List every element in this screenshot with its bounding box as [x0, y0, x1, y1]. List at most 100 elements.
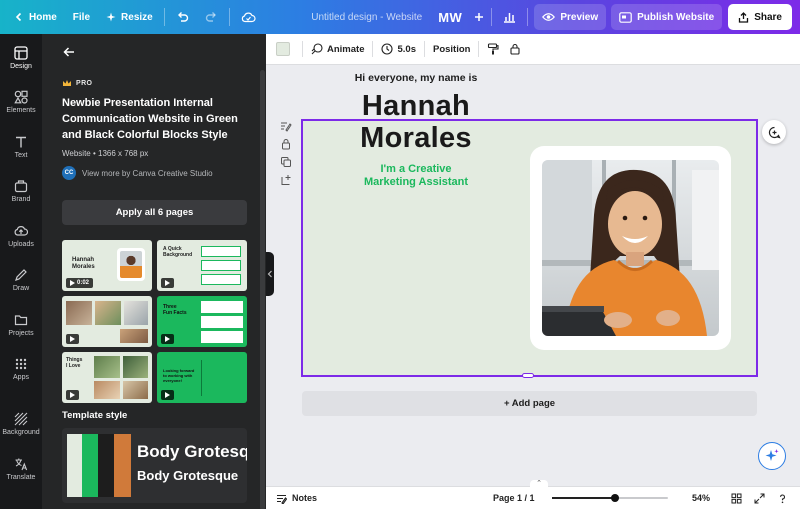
rail-label-translate: Translate [6, 474, 36, 481]
pro-badge: PRO [62, 79, 92, 87]
notes-button[interactable]: Notes [276, 493, 317, 504]
file-label: File [72, 11, 91, 23]
template-style-card[interactable]: Body Grotesque Body Grotesque [62, 428, 247, 503]
name-line-2[interactable]: Morales [302, 122, 530, 154]
page-thumbnail[interactable]: Things I Love [62, 352, 152, 403]
background-icon [14, 412, 28, 426]
page-indicator[interactable]: Page 1 / 1 [493, 493, 535, 503]
style-font-body: Body Grotesque [137, 468, 239, 483]
thumb-text: Fun Facts [163, 310, 187, 316]
page-thumbnail[interactable]: Three Fun Facts [157, 296, 247, 347]
thumb-card [201, 316, 243, 328]
zoom-slider[interactable] [552, 494, 668, 502]
home-label: Home [29, 11, 57, 23]
add-collaborator-button[interactable] [470, 4, 488, 30]
paint-roller-button[interactable] [479, 34, 507, 65]
thumb-text: I Love [66, 363, 81, 369]
apply-all-pages-button[interactable]: Apply all 6 pages [62, 200, 247, 225]
rail-item-apps[interactable]: Apps [0, 357, 42, 381]
publish-label: Publish Website [637, 11, 715, 23]
page-thumbnail[interactable]: A Quick Background [157, 240, 247, 291]
document-title[interactable]: Untitled design - Website [303, 4, 430, 30]
animate-label: Animate [327, 43, 365, 55]
rail-item-draw[interactable]: Draw [0, 268, 42, 292]
sparkle-icon [106, 12, 116, 22]
notes-edit-icon[interactable] [280, 120, 292, 132]
rail-item-projects[interactable]: Projects [0, 313, 42, 337]
duplicate-icon[interactable] [280, 156, 292, 168]
left-rail: Design Elements Text Brand Uploads Draw … [0, 34, 42, 509]
rail-item-design[interactable]: Design [0, 38, 42, 78]
thumb-photo [66, 301, 92, 325]
thumb-photo [95, 301, 121, 325]
zoom-level[interactable]: 54% [692, 493, 710, 503]
panel-scrollbar[interactable] [260, 70, 265, 509]
page-side-tools [280, 120, 292, 186]
insights-button[interactable] [495, 4, 524, 30]
name-line-1[interactable]: Hannah [302, 90, 530, 122]
rail-item-uploads[interactable]: Uploads [0, 224, 42, 248]
profile-photo[interactable] [542, 160, 719, 336]
notes-label: Notes [292, 493, 318, 503]
redo-icon [205, 12, 216, 22]
help-icon[interactable] [777, 493, 788, 504]
duration-button[interactable]: 5.0s [373, 34, 424, 65]
lock-icon[interactable] [280, 138, 292, 150]
rail-item-brand[interactable]: Brand [0, 179, 42, 203]
rail-label-draw: Draw [12, 285, 30, 292]
thumb-card [201, 274, 241, 285]
grid-view-icon[interactable] [731, 493, 742, 504]
page-thumbnail[interactable] [62, 296, 152, 347]
uploads-icon [14, 226, 28, 236]
add-comment-button[interactable] [762, 120, 786, 144]
back-button[interactable] [62, 45, 78, 61]
lock-icon [510, 43, 521, 55]
avatar[interactable]: MW [430, 4, 470, 30]
page-thumbnail[interactable]: Looking forward to working with everyone… [157, 352, 247, 403]
preview-button[interactable]: Preview [534, 4, 607, 30]
play-badge [66, 390, 79, 400]
zoom-slider-knob[interactable] [611, 494, 619, 502]
paint-roller-icon [488, 43, 500, 55]
divider [527, 8, 529, 26]
publish-website-button[interactable]: Publish Website [611, 4, 723, 30]
thumb-photo [94, 356, 120, 378]
template-author-link[interactable]: CC View more by Canva Creative Studio [62, 166, 213, 180]
page-strip-toggle[interactable]: ⌃ [530, 480, 548, 488]
share-button[interactable]: Share [728, 4, 792, 30]
panel-collapse-handle[interactable] [266, 252, 274, 296]
rail-item-translate[interactable]: Translate [0, 457, 42, 481]
role-line-1[interactable]: I'm a Creative [302, 163, 530, 176]
cloud-save-status[interactable] [233, 4, 264, 30]
add-page-button[interactable]: + Add page [302, 391, 757, 416]
greeting-text[interactable]: Hi everyone, my name is [302, 72, 530, 84]
rail-item-text[interactable]: Text [0, 135, 42, 159]
rail-label-apps: Apps [13, 374, 29, 381]
background-color-swatch[interactable] [276, 42, 290, 56]
rail-item-elements[interactable]: Elements [0, 90, 42, 114]
crown-icon [63, 80, 71, 86]
rail-item-background[interactable]: Background [0, 412, 42, 436]
undo-button[interactable] [168, 4, 197, 30]
template-title: Newbie Presentation Internal Communicati… [62, 97, 238, 141]
color-swatch [98, 434, 115, 497]
file-menu-button[interactable]: File [65, 4, 98, 30]
magic-assistant-button[interactable] [758, 442, 786, 470]
home-button[interactable]: Home [6, 4, 65, 30]
page-thumbnail[interactable]: Hannah Morales 0:02 [62, 240, 152, 291]
page-resize-handle[interactable] [522, 373, 534, 378]
role-line-2[interactable]: Marketing Assistant [302, 176, 530, 189]
add-page-icon[interactable] [280, 174, 292, 186]
redo-button[interactable] [197, 4, 226, 30]
template-style-heading: Template style [62, 410, 128, 421]
lock-button[interactable] [507, 34, 529, 65]
design-panel: PRO Newbie Presentation Internal Communi… [42, 34, 266, 509]
thumb-divider [201, 360, 202, 396]
fullscreen-icon[interactable] [754, 493, 765, 504]
rail-label-uploads: Uploads [8, 241, 34, 248]
position-button[interactable]: Position [425, 34, 478, 65]
elements-icon [14, 90, 28, 104]
duration-label: 5.0s [397, 43, 416, 55]
resize-button[interactable]: Resize [98, 4, 161, 30]
animate-button[interactable]: Animate [303, 34, 372, 65]
